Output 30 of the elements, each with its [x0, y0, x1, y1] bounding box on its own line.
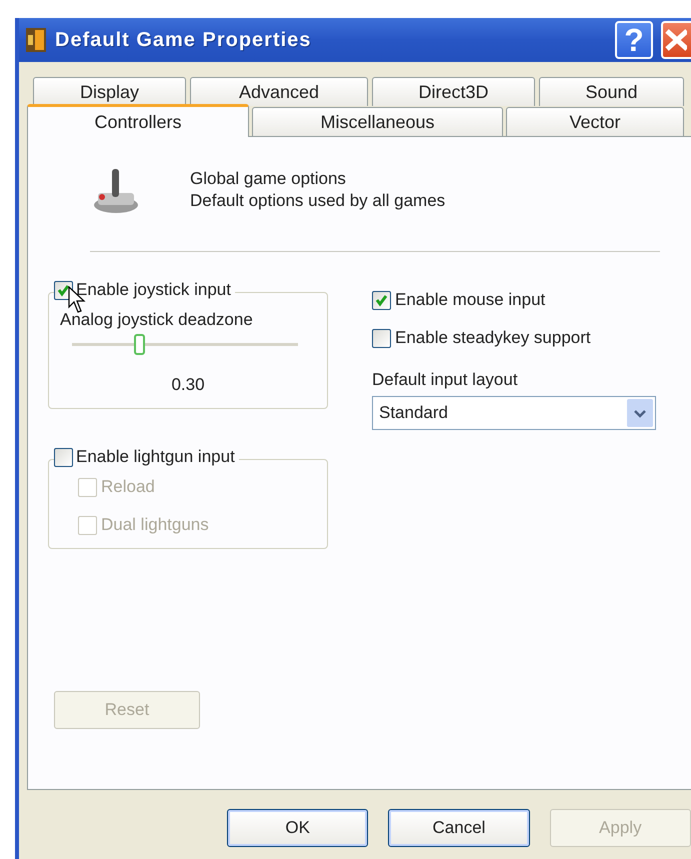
dropdown-label: Default input layout	[372, 370, 519, 390]
checkbox-label: Enable lightgun input	[76, 447, 235, 467]
window-title: Default Game Properties	[55, 28, 312, 52]
checkbox[interactable]	[372, 290, 391, 310]
slider-value: 0.30	[170, 375, 206, 395]
checkbox-label: Dual lightguns	[101, 515, 209, 535]
tab[interactable]: Miscellaneous	[252, 107, 503, 136]
checkbox-label: Enable steadykey support	[395, 328, 591, 348]
tab[interactable]: Display	[33, 77, 186, 106]
slider-thumb[interactable]	[134, 334, 145, 355]
checkbox[interactable]	[372, 328, 391, 348]
checkbox-label: Reload	[101, 477, 155, 497]
tab[interactable]: Advanced	[190, 77, 368, 106]
checkbox-label: Enable joystick input	[76, 280, 231, 300]
tab[interactable]: Controllers	[27, 104, 249, 137]
checkbox-label: Enable mouse input	[395, 290, 546, 310]
dropdown-arrow-icon[interactable]	[627, 399, 653, 427]
header-title: Global game options	[190, 169, 347, 189]
checkbox[interactable]	[54, 448, 73, 466]
app-icon	[25, 27, 47, 53]
close-button[interactable]	[661, 21, 691, 59]
slider-label: Analog joystick deadzone	[60, 310, 254, 330]
dialog-button[interactable]: Cancel	[388, 809, 530, 847]
tab[interactable]: Vector	[506, 107, 684, 136]
help-button[interactable]: ?	[615, 21, 653, 59]
tab[interactable]: Direct3D	[372, 77, 535, 106]
layout-dropdown[interactable]: Standard	[372, 396, 656, 430]
header-subtitle: Default options used by all games	[190, 191, 446, 211]
dialog-button[interactable]: OK	[227, 809, 368, 847]
tab[interactable]: Sound	[539, 77, 684, 106]
